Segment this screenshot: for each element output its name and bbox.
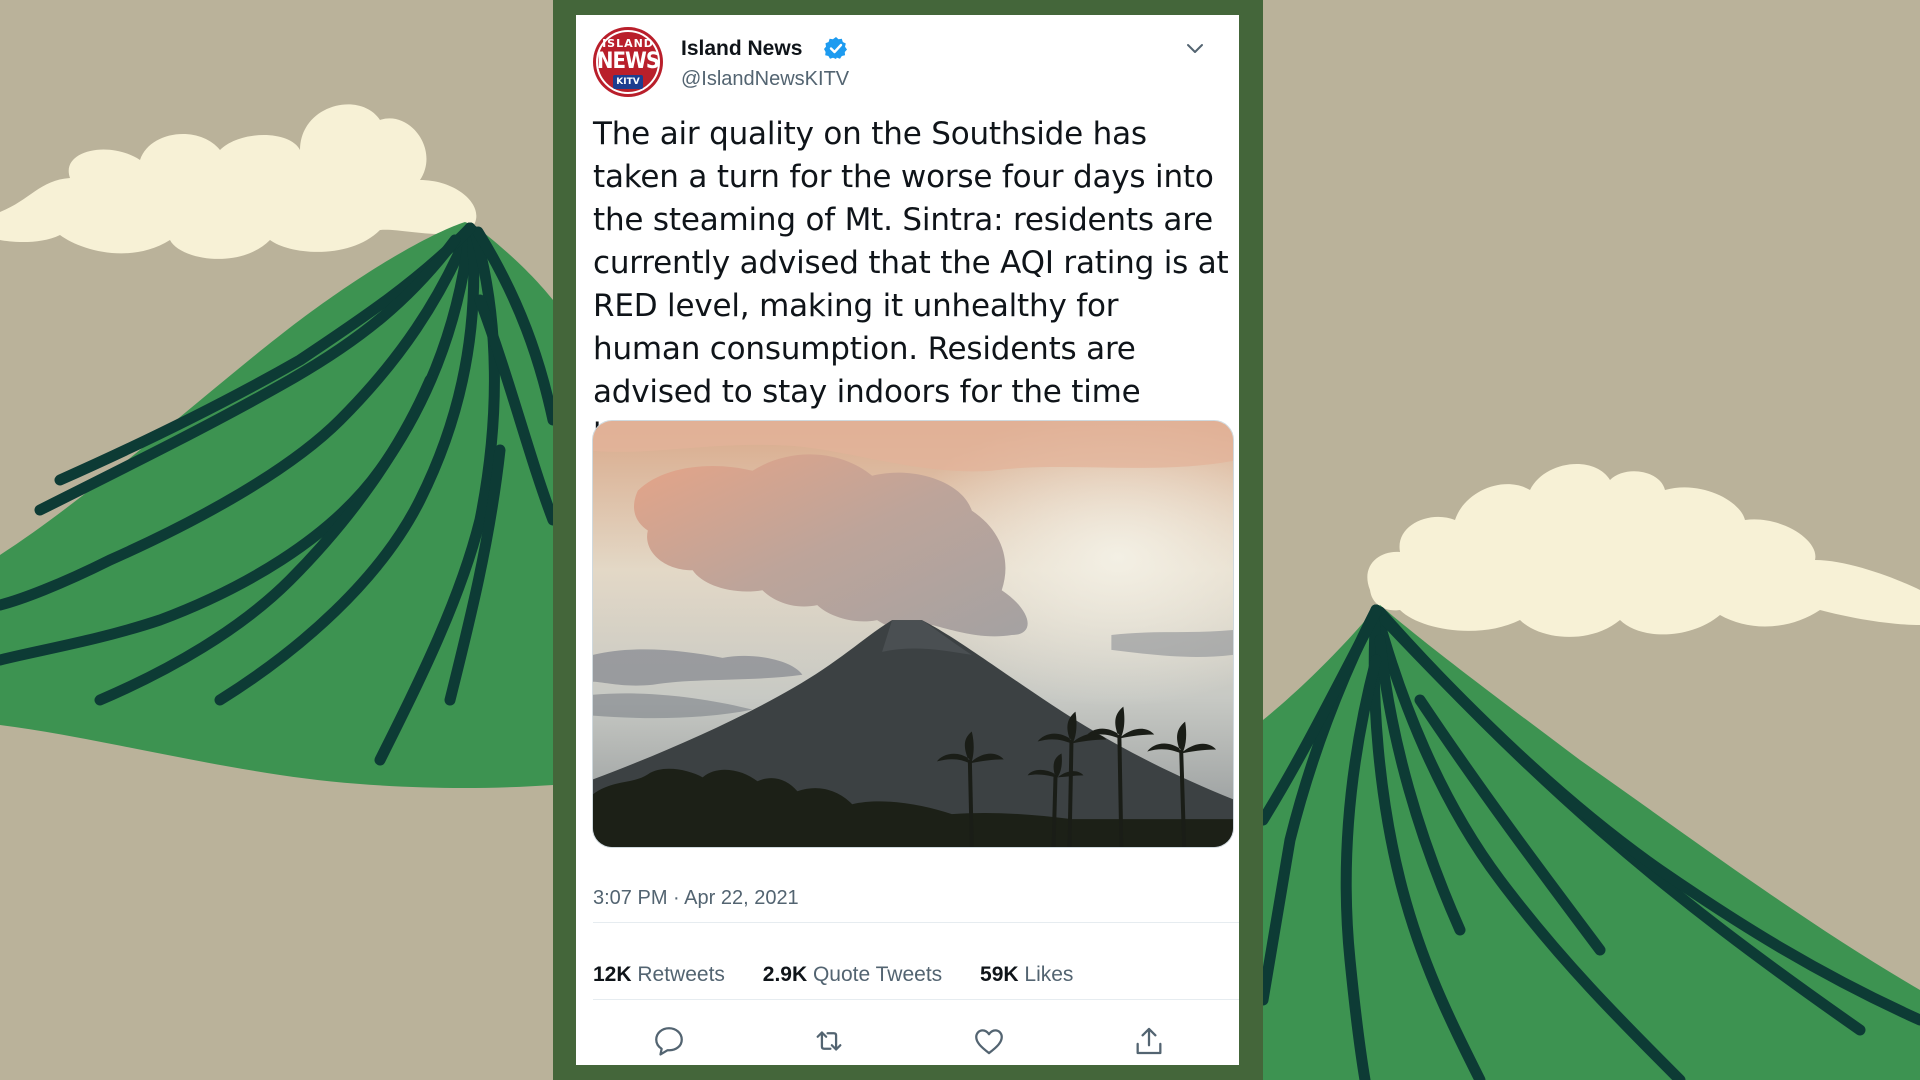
left-smoke-cloud	[0, 104, 477, 259]
tweet-frame: ISLAND NEWS KITV Island News @IslandNews…	[553, 0, 1263, 1080]
chevron-down-icon[interactable]	[1184, 37, 1206, 59]
quote-tweets-stat[interactable]: 2.9K Quote Tweets	[763, 963, 942, 986]
avatar-logo-bottom: KITV	[613, 75, 643, 89]
divider	[593, 999, 1239, 1000]
tweet-stats: 12K Retweets 2.9K Quote Tweets 59K Likes	[593, 963, 1105, 987]
avatar[interactable]: ISLAND NEWS KITV	[593, 27, 663, 97]
likes-label: Likes	[1024, 963, 1074, 986]
likes-stat[interactable]: 59K Likes	[980, 963, 1073, 986]
tweet-timestamp[interactable]: 3:07 PM · Apr 22, 2021	[593, 887, 799, 910]
tweet-photo[interactable]	[592, 420, 1234, 848]
retweets-count: 12K	[593, 963, 632, 986]
quotes-count: 2.9K	[762, 963, 808, 986]
tweet-card: ISLAND NEWS KITV Island News @IslandNews…	[576, 15, 1239, 1065]
verified-badge-icon	[824, 37, 847, 59]
divider	[593, 922, 1239, 923]
retweet-icon[interactable]	[812, 1024, 846, 1058]
likes-count: 59K	[980, 963, 1019, 986]
like-icon[interactable]	[972, 1024, 1006, 1058]
quotes-label: Quote Tweets	[812, 963, 943, 986]
tweet-text: The air quality on the Southside has tak…	[593, 116, 1229, 453]
author-handle[interactable]: @IslandNewsKITV	[681, 68, 849, 91]
author-name[interactable]: Island News	[681, 37, 802, 61]
avatar-logo-middle: NEWS	[596, 49, 660, 74]
right-smoke-cloud	[1367, 463, 1920, 637]
reply-icon[interactable]	[652, 1024, 686, 1058]
retweets-stat[interactable]: 12K Retweets	[593, 963, 725, 986]
tweet-actions	[576, 1018, 1239, 1062]
share-icon[interactable]	[1132, 1024, 1166, 1058]
retweets-label: Retweets	[637, 963, 725, 986]
